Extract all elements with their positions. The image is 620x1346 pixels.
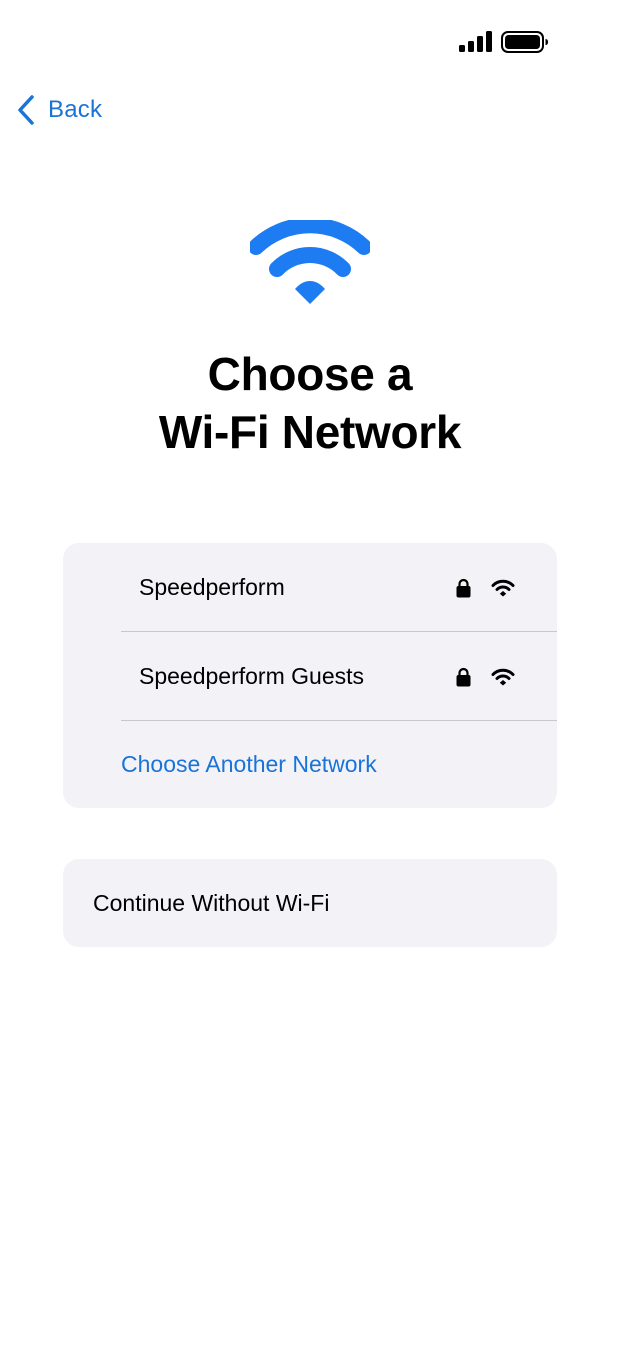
wifi-signal-icon xyxy=(491,668,515,686)
choose-another-network-label: Choose Another Network xyxy=(121,751,377,777)
lock-icon xyxy=(456,667,471,687)
chevron-left-icon xyxy=(18,95,34,125)
continue-without-wifi-label: Continue Without Wi-Fi xyxy=(93,889,330,916)
network-name: Speedperform xyxy=(139,573,285,600)
back-label: Back xyxy=(48,96,103,123)
wifi-icon xyxy=(250,220,370,304)
status-bar xyxy=(0,0,620,80)
page-title: Choose a Wi-Fi Network xyxy=(158,348,462,458)
battery-icon xyxy=(501,31,548,53)
network-row-speedperform-guests[interactable]: Speedperform Guests xyxy=(121,632,557,721)
back-button[interactable]: Back xyxy=(16,90,102,130)
continue-without-wifi-button[interactable]: Continue Without Wi-Fi xyxy=(63,859,557,947)
network-list: Speedperform Speedperform Guests Choose … xyxy=(63,543,557,808)
lock-icon xyxy=(456,578,471,598)
network-row-speedperform[interactable]: Speedperform xyxy=(121,543,557,632)
wifi-signal-icon xyxy=(491,579,515,597)
choose-another-network-button[interactable]: Choose Another Network xyxy=(121,721,557,808)
cellular-signal-icon xyxy=(459,31,492,52)
network-name: Speedperform Guests xyxy=(139,662,365,689)
